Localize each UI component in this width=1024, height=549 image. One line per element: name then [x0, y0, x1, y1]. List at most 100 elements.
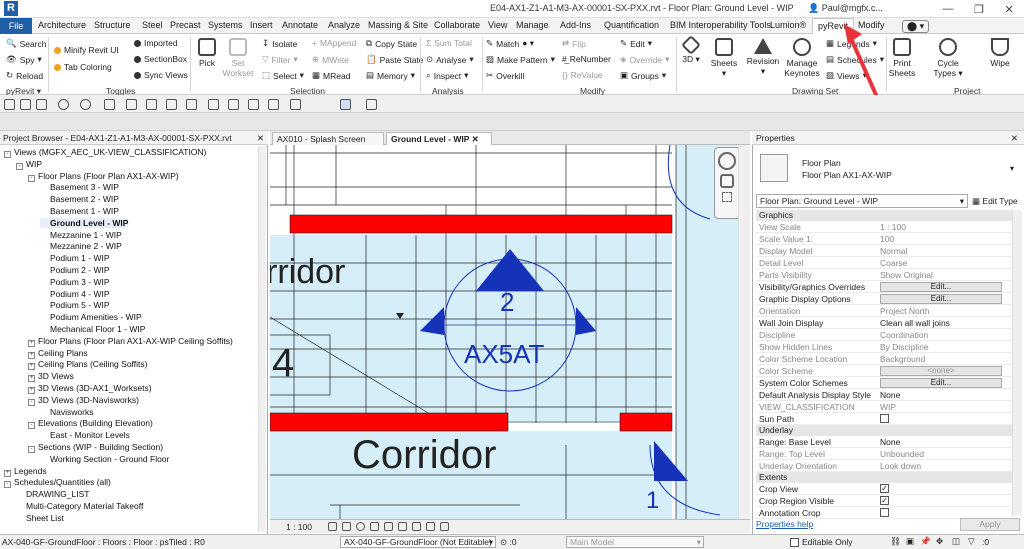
dimension-icon[interactable] [146, 99, 157, 110]
property-row[interactable]: Graphic Display Options Edit... [756, 293, 1012, 305]
mread-button[interactable]: ▦ MRead [312, 70, 350, 81]
tree-item[interactable]: Navisworks [40, 407, 93, 417]
tree-item[interactable]: Podium 1 - WIP [40, 253, 110, 263]
property-row[interactable]: Range: Base Level None [756, 436, 1012, 448]
property-group-header[interactable]: Extents [756, 472, 1012, 483]
tab-file[interactable]: File [0, 18, 32, 34]
thin-lines-icon[interactable] [248, 99, 259, 110]
crop-view-icon[interactable] [384, 522, 393, 531]
tree-item[interactable]: +3D Views [28, 371, 74, 383]
property-value[interactable]: Show Original [880, 270, 933, 280]
memory-button[interactable]: ▤ Memory ▾ [366, 70, 415, 81]
tab-quantification[interactable]: Quantification [604, 20, 659, 30]
collapse-icon[interactable]: - [4, 481, 11, 489]
analytical-model-icon[interactable] [440, 522, 449, 531]
sum-total-button[interactable]: Σ Sum Total [426, 38, 472, 48]
edit-type-button[interactable]: ▦ Edit Type [972, 194, 1020, 208]
measure-icon[interactable] [126, 99, 137, 110]
close-icon[interactable]: ✕ [257, 131, 264, 145]
property-value[interactable]: Coordination [880, 330, 928, 340]
tree-item[interactable]: - Elevations (Building Elevation) [28, 418, 153, 430]
property-row[interactable]: Discipline Coordination [756, 329, 1012, 341]
property-value[interactable]: WIP [880, 402, 896, 412]
tab-annotate[interactable]: Annotate [282, 20, 318, 30]
filter-button[interactable]: ▽ Filter ▾ [262, 54, 298, 65]
property-row[interactable]: System Color Schemes Edit... [756, 377, 1012, 389]
zoom-extents-icon[interactable] [722, 192, 732, 202]
paste-state-button[interactable]: 📋 Paste State [366, 54, 424, 65]
tab-architecture[interactable]: Architecture [38, 20, 86, 30]
property-row[interactable]: Color Scheme Location Background [756, 353, 1012, 365]
property-value[interactable]: 1 : 100 [880, 222, 906, 232]
face-select-icon[interactable]: ◫ [952, 536, 960, 547]
editable-only-checkbox[interactable] [790, 538, 799, 547]
close-icon[interactable]: ✕ [472, 134, 479, 144]
set-workset-button[interactable]: Set Workset [222, 38, 254, 78]
tree-item[interactable]: Basement 1 - WIP [40, 206, 119, 216]
property-value[interactable]: By Discipline [880, 342, 929, 352]
tab-add-ins[interactable]: Add-Ins [560, 20, 591, 30]
reveal-hidden-icon[interactable] [426, 522, 435, 531]
tree-item[interactable]: Podium 3 - WIP [40, 277, 110, 287]
property-edit-button[interactable]: Edit... [880, 282, 1002, 292]
expand-icon[interactable]: + [4, 469, 11, 477]
apply-button[interactable]: Apply [960, 518, 1020, 531]
steering-wheel-icon[interactable] [718, 152, 736, 170]
drag-icon[interactable]: ✥ [936, 536, 943, 547]
collapse-icon[interactable]: - [16, 162, 23, 170]
cycle-types-button[interactable]: Cycle Types ▾ [932, 38, 964, 78]
drawing-canvas[interactable]: rridor Corridor 4 2 AX5AT 1 [270, 145, 750, 519]
section-tag-code[interactable]: AX5AT [464, 339, 544, 370]
tab-insert[interactable]: Insert [250, 20, 273, 30]
spy-button[interactable]: 👁 Spy ▾ [6, 54, 42, 65]
property-row[interactable]: Sun Path [756, 413, 1012, 425]
match-button[interactable]: ✎ Match ● ▾ [486, 38, 534, 49]
collapse-icon[interactable]: - [28, 174, 35, 182]
checkbox-unchecked[interactable] [880, 414, 889, 423]
tab-lumion[interactable]: Lumion® [770, 20, 806, 30]
properties-scrollbar[interactable] [1012, 210, 1022, 516]
tree-item[interactable]: Mezzanine 1 - WIP [40, 230, 122, 240]
property-row[interactable]: Crop Region Visible ✓ [756, 495, 1012, 507]
design-option-select[interactable]: Main Model ▾ [566, 536, 704, 548]
checkbox-checked[interactable]: ✓ [880, 484, 889, 493]
property-row[interactable]: VIEW_CLASSIFICATION WIP [756, 401, 1012, 413]
sectionbox-toggle[interactable]: SectionBox [134, 54, 187, 64]
save-icon[interactable] [20, 99, 31, 110]
tree-item[interactable]: +3D Views (3D-AX1_Worksets) [28, 383, 152, 394]
tab-splash-screen[interactable]: AX010 - Splash Screen [272, 132, 384, 145]
property-value[interactable]: Coarse [880, 258, 907, 268]
tab-view[interactable]: View [488, 20, 507, 30]
tab-collaborate[interactable]: Collaborate [434, 20, 480, 30]
isolate-button[interactable]: ↧ Isolate [262, 38, 297, 49]
properties-help-link[interactable]: Properties help [756, 519, 813, 529]
visual-style-icon[interactable] [342, 522, 351, 531]
collapse-icon[interactable]: - [28, 446, 35, 453]
3d-button[interactable]: 3D ▾ [680, 35, 702, 64]
restore-icon[interactable]: ❐ [974, 3, 984, 16]
tab-analyze[interactable]: Analyze [328, 20, 360, 30]
mappend-button[interactable]: + MAppend [312, 38, 356, 48]
open-icon[interactable] [4, 99, 15, 110]
select-button[interactable]: ⬚ Select ▾ [262, 70, 304, 81]
expand-icon[interactable]: + [28, 363, 35, 371]
search-button[interactable]: 🔍 Search [6, 38, 47, 49]
expand-icon[interactable]: + [28, 351, 35, 359]
tree-item[interactable]: Working Section - Ground Floor [40, 454, 169, 464]
property-row[interactable]: Detail Level Coarse [756, 257, 1012, 269]
text-icon[interactable] [186, 99, 197, 110]
renumber-button[interactable]: #̲ ReNumber [562, 54, 611, 64]
tree-item[interactable]: Multi-Category Material Takeoff [16, 501, 143, 511]
property-edit-button[interactable]: Edit... [880, 294, 1002, 304]
sync-views-toggle[interactable]: Sync Views [134, 70, 188, 80]
tree-item[interactable]: Mezzanine 2 - WIP [40, 241, 122, 251]
tab-bim-interoperability[interactable]: BIM Interoperability Tools [670, 20, 771, 30]
groups-button[interactable]: ▣ Groups ▾ [620, 70, 666, 81]
switch-windows-icon[interactable] [290, 99, 301, 110]
manage-keynotes-button[interactable]: Manage Keynotes [784, 38, 820, 78]
tree-item[interactable]: - Schedules/Quantities (all) [4, 477, 111, 489]
tree-item[interactable]: Podium 2 - WIP [40, 265, 110, 275]
expand-icon[interactable]: + [28, 375, 35, 383]
tag-icon[interactable] [166, 99, 177, 110]
tree-item[interactable]: -3D Views (3D-Navisworks) [28, 395, 139, 406]
